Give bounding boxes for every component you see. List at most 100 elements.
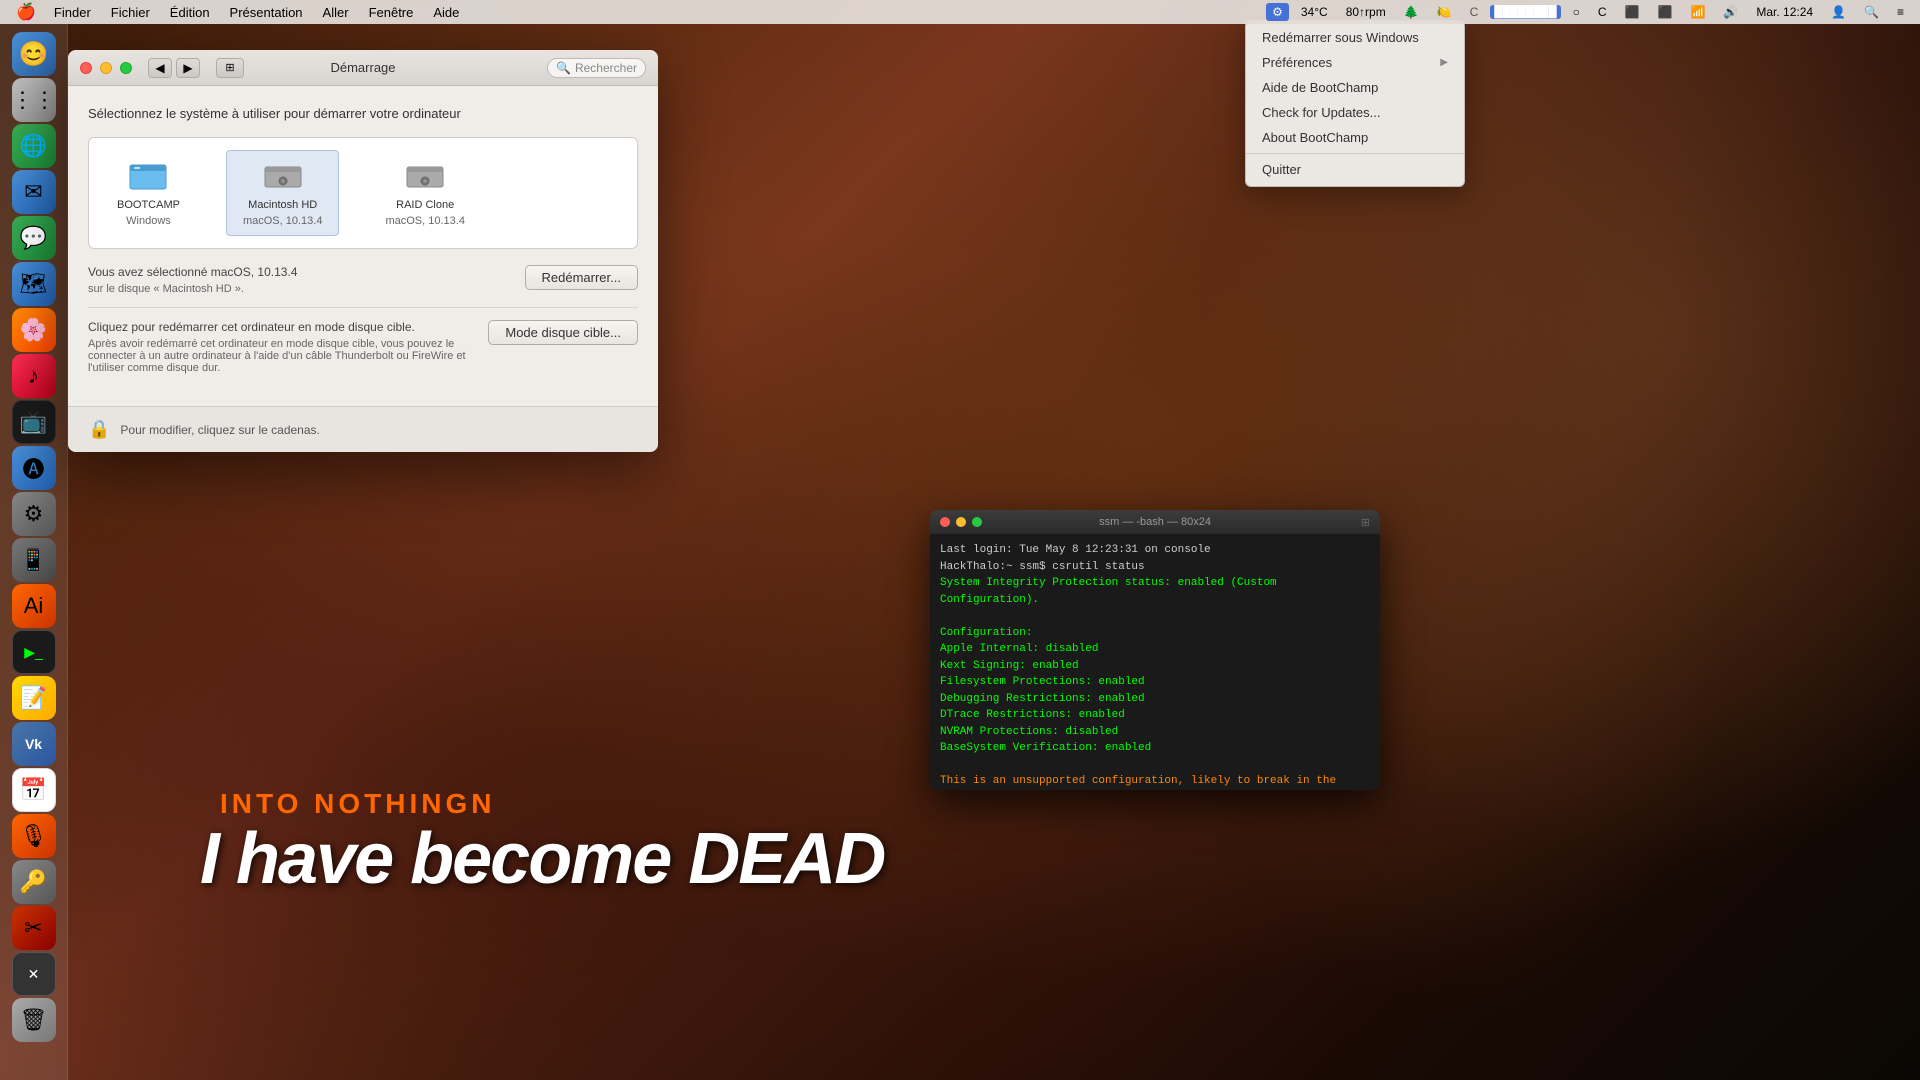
wifi-icon[interactable]: 📶 [1684, 3, 1711, 21]
dock-tv[interactable]: 📺 [12, 400, 56, 444]
dock-vk[interactable]: Vk [12, 722, 56, 766]
terminal-maximize[interactable] [972, 517, 982, 527]
raid-disk-icon [405, 159, 445, 195]
maximize-button[interactable] [120, 62, 132, 74]
menubar-fenetre[interactable]: Fenêtre [359, 3, 424, 22]
target-disk-section: Cliquez pour redémarrer cet ordinateur e… [88, 320, 638, 374]
terminal-minimize[interactable] [956, 517, 966, 527]
minimize-button[interactable] [100, 62, 112, 74]
menu-restart-windows[interactable]: Redémarrer sous Windows [1246, 25, 1464, 50]
macintosh-disk-icon [263, 159, 303, 195]
menubar-finder[interactable]: Finder [44, 3, 101, 22]
terminal-line-2: System Integrity Protection status: enab… [940, 575, 1370, 608]
terminal-close[interactable] [940, 517, 950, 527]
footer-text: Pour modifier, cliquez sur le cadenas. [120, 423, 319, 437]
apple-menu[interactable]: 🍎 [8, 0, 44, 24]
disk-item-raid[interactable]: RAID Clone macOS, 10.13.4 [369, 151, 481, 235]
terminal-line-7: Filesystem Protections: enabled [940, 674, 1370, 691]
window-footer: 🔒 Pour modifier, cliquez sur le cadenas. [68, 406, 658, 452]
volume-icon[interactable]: 🔊 [1717, 3, 1744, 21]
menu-check-updates[interactable]: Check for Updates... [1246, 100, 1464, 125]
airplay-icon[interactable]: ⬛ [1619, 3, 1646, 21]
menu-about[interactable]: About BootChamp [1246, 125, 1464, 150]
dock-terminal[interactable]: ▶_ [12, 630, 56, 674]
dock-x[interactable]: ✕ [12, 952, 56, 996]
menubar-aide[interactable]: Aide [423, 3, 469, 22]
limelight-icon[interactable]: 🍋 [1431, 3, 1458, 21]
window-titlebar: ◀ ▶ ⊞ Démarrage 🔍 Rechercher [68, 50, 658, 86]
dock-messages[interactable]: 💬 [12, 216, 56, 260]
dock-safari[interactable]: 🌐 [12, 124, 56, 168]
terminal-line-1: HackThalo:~ ssm$ csrutil status [940, 559, 1370, 576]
target-disk-button[interactable]: Mode disque cible... [488, 320, 638, 345]
terminal-title: ssm — -bash — 80x24 [1099, 516, 1211, 528]
dock-calendar[interactable]: 📅 [12, 768, 56, 812]
datetime: Mar. 12:24 [1750, 3, 1819, 21]
search-placeholder: Rechercher [575, 61, 637, 75]
spotlight-icon[interactable]: 🔍 [1858, 3, 1885, 21]
dock-keychain[interactable]: 🔑 [12, 860, 56, 904]
lock-icon[interactable]: 🔒 [88, 419, 110, 440]
terminal-line-11: BaseSystem Verification: enabled [940, 740, 1370, 757]
dock-music[interactable]: ♪ [12, 354, 56, 398]
dock-maps[interactable]: 🗺 [12, 262, 56, 306]
dock-creative[interactable]: Ai [12, 584, 56, 628]
dock-settings[interactable]: ⚙ [12, 492, 56, 536]
search-icon: 🔍 [556, 61, 571, 75]
terminal-line-12 [940, 757, 1370, 774]
dropbox-icon[interactable]: 🌲 [1398, 3, 1425, 21]
window-title: Démarrage [330, 60, 395, 75]
notification-icon[interactable]: ≡ [1891, 3, 1910, 21]
fan-display: 80↑rpm [1340, 3, 1392, 21]
dock-finder[interactable]: 😊 [12, 32, 56, 76]
dock-appstore[interactable]: 🅐 [12, 446, 56, 490]
bootcamp-menubar-icon[interactable]: ⚙ [1266, 3, 1289, 21]
caffeine-icon[interactable]: C [1464, 3, 1485, 21]
desktop-main-text: I have become DEAD [200, 818, 884, 900]
terminal-line-4: Configuration: [940, 625, 1370, 642]
menu-quit[interactable]: Quitter [1246, 157, 1464, 182]
dock-iphone-backup[interactable]: 📱 [12, 538, 56, 582]
forward-button[interactable]: ▶ [176, 58, 200, 78]
menubar-aller[interactable]: Aller [313, 3, 359, 22]
selection-text: Vous avez sélectionné macOS, 10.13.4 [88, 265, 297, 279]
bootcamp-context-menu: Redémarrer sous Windows Préférences ▶ Ai… [1245, 20, 1465, 187]
terminal-line-5: Apple Internal: disabled [940, 641, 1370, 658]
c-icon[interactable]: C [1592, 3, 1613, 21]
target-disk-desc: Après avoir redémarré cet ordinateur en … [88, 338, 478, 374]
dock-trash[interactable]: 🗑 [12, 998, 56, 1042]
grid-view-button[interactable]: ⊞ [216, 58, 244, 78]
close-button[interactable] [80, 62, 92, 74]
terminal-window: ssm — -bash — 80x24 ⊞ Last login: Tue Ma… [930, 510, 1380, 790]
dock-notes[interactable]: 📝 [12, 676, 56, 720]
target-disk-header: Cliquez pour redémarrer cet ordinateur e… [88, 320, 478, 334]
terminal-line-8: Debugging Restrictions: enabled [940, 691, 1370, 708]
dock-launchpad[interactable]: ⋮⋮ [12, 78, 56, 122]
selection-section: Vous avez sélectionné macOS, 10.13.4 sur… [88, 265, 638, 308]
terminal-line-3 [940, 608, 1370, 625]
restart-button[interactable]: Redémarrer... [525, 265, 638, 290]
user-icon[interactable]: 👤 [1825, 3, 1852, 21]
bootcamp-window: ◀ ▶ ⊞ Démarrage 🔍 Rechercher Sélectionne… [68, 50, 658, 452]
menu-preferences[interactable]: Préférences ▶ [1246, 50, 1464, 75]
disk-item-macintosh[interactable]: Macintosh HD macOS, 10.13.4 [226, 150, 340, 236]
menu-help[interactable]: Aide de BootChamp [1246, 75, 1464, 100]
menubar-presentation[interactable]: Présentation [220, 3, 313, 22]
bt-icon[interactable]: ⬛ [1652, 3, 1679, 21]
temp-display: 34°C [1295, 3, 1334, 21]
terminal-line-10: NVRAM Protections: disabled [940, 724, 1370, 741]
dock-voice[interactable]: 🎙 [12, 814, 56, 858]
selection-subtext: sur le disque « Macintosh HD ». [88, 283, 297, 295]
dock-delete[interactable]: ✂ [12, 906, 56, 950]
window-search[interactable]: 🔍 Rechercher [547, 58, 646, 78]
terminal-content[interactable]: Last login: Tue May 8 12:23:31 on consol… [930, 534, 1380, 790]
back-button[interactable]: ◀ [148, 58, 172, 78]
disk-item-bootcamp[interactable]: BOOTCAMP Windows [101, 151, 196, 235]
window-header: Sélectionnez le système à utiliser pour … [88, 106, 638, 121]
menubar-fichier[interactable]: Fichier [101, 3, 160, 22]
menubar-left: 🍎 Finder Fichier Édition Présentation Al… [0, 0, 469, 24]
dock-photos[interactable]: 🌸 [12, 308, 56, 352]
menubar-edition[interactable]: Édition [160, 3, 220, 22]
dock-mail[interactable]: ✉ [12, 170, 56, 214]
progress-bar: ████████ [1490, 5, 1560, 19]
